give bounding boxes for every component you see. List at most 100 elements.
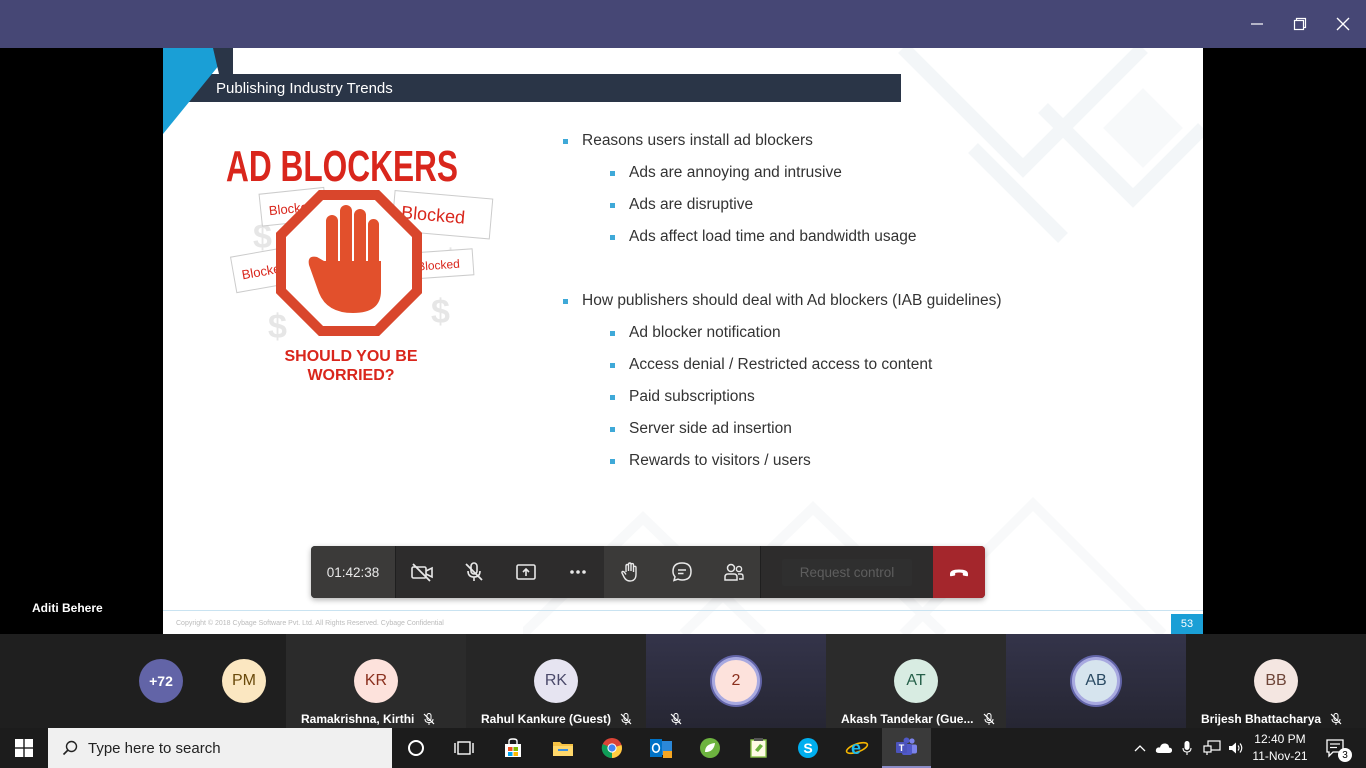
sub-bullet-text: Ads affect load time and bandwidth usage — [629, 228, 917, 245]
more-options-button[interactable] — [552, 546, 604, 598]
stamp-word: Blocked — [417, 257, 461, 274]
sub-bullet-item: Rewards to visitors / users — [610, 452, 811, 470]
raise-hand-button[interactable] — [604, 546, 656, 598]
task-view-icon[interactable] — [440, 728, 488, 768]
control-group — [604, 546, 760, 598]
participant-tile[interactable]: KR Ramakrishna, Kirthi — [286, 634, 466, 728]
bullet-item: Reasons users install ad blockers — [563, 132, 813, 150]
teams-meeting-window: Publishing Industry Trends AD BLOCKERS $… — [0, 0, 1366, 768]
chat-button[interactable] — [656, 546, 708, 598]
hang-up-button[interactable] — [933, 546, 985, 598]
participant-name: Rahul Kankure (Guest) — [481, 712, 633, 726]
shared-content-stage: Publishing Industry Trends AD BLOCKERS $… — [0, 48, 1366, 634]
ad-blockers-graphic: AD BLOCKERS $ $ $ $ Blocked — [226, 142, 494, 384]
more-icon — [570, 570, 586, 574]
minimize-icon[interactable] — [1234, 0, 1280, 48]
onedrive-cloud-icon[interactable] — [1152, 728, 1176, 768]
participants-button[interactable] — [708, 546, 760, 598]
avatar: 2 — [712, 657, 760, 705]
outlook-icon[interactable] — [637, 728, 685, 768]
call-control-bar: 01:42:38 Request control — [311, 546, 985, 598]
bullet-square-icon — [563, 298, 568, 304]
sub-bullet-item: Ads affect load time and bandwidth usage — [610, 228, 917, 246]
mic-muted-icon — [620, 713, 632, 725]
close-icon[interactable] — [1320, 0, 1366, 48]
sub-bullet-item: Ad blocker notification — [610, 324, 781, 342]
graphic-caption-line1: SHOULD YOU BE — [284, 348, 417, 365]
participant-tile[interactable]: AT Akash Tandekar (Gue... — [826, 634, 1006, 728]
sub-bullet-text: Ads are annoying and intrusive — [629, 164, 842, 181]
bullet-text: How publishers should deal with Ad block… — [582, 292, 1002, 309]
volume-icon[interactable] — [1226, 728, 1246, 768]
bullet-square-icon — [610, 234, 615, 240]
mic-muted-icon — [670, 713, 682, 725]
avatar: KR — [354, 659, 398, 703]
sub-bullet-item: Ads are annoying and intrusive — [610, 164, 842, 182]
spring-tool-icon[interactable] — [686, 728, 734, 768]
taskbar-search-box[interactable]: Type here to search — [48, 728, 392, 768]
mic-off-icon — [465, 562, 483, 581]
file-explorer-icon[interactable] — [539, 728, 587, 768]
request-control-button[interactable]: Request control — [761, 546, 933, 598]
sub-bullet-text: Rewards to visitors / users — [629, 452, 811, 469]
microphone-in-use-icon[interactable] — [1178, 728, 1196, 768]
bullet-square-icon — [563, 138, 568, 144]
action-center-button[interactable]: 3 — [1316, 728, 1356, 768]
teams-icon[interactable]: T — [882, 728, 931, 768]
bullet-square-icon — [610, 330, 615, 336]
clock-date: 11-Nov-21 — [1252, 749, 1308, 763]
participant-overflow-tile: +72 PM — [0, 634, 286, 728]
participant-tile[interactable]: 2 — [646, 634, 826, 728]
share-screen-icon — [516, 564, 536, 580]
camera-off-button[interactable] — [396, 546, 448, 598]
presenter-name: Aditi Behere — [32, 601, 103, 615]
skype-icon[interactable]: S — [784, 728, 832, 768]
bullet-text: Reasons users install ad blockers — [582, 132, 813, 149]
bullet-item: How publishers should deal with Ad block… — [563, 292, 1002, 310]
start-button[interactable] — [0, 728, 48, 768]
hang-up-icon — [950, 569, 968, 577]
participants-strip: +72 PM KR Ramakrishna, Kirthi RK Rahul K… — [0, 634, 1366, 728]
store-icon[interactable] — [489, 728, 537, 768]
bullet-square-icon — [610, 394, 615, 400]
notepad-plus-icon[interactable] — [735, 728, 783, 768]
mic-muted-icon — [1330, 713, 1342, 725]
avatar[interactable]: PM — [222, 659, 266, 703]
bullet-square-icon — [610, 362, 615, 368]
participant-tile[interactable]: BB Brijesh Bhattacharya — [1186, 634, 1366, 728]
svg-text:e: e — [851, 738, 861, 758]
mic-off-button[interactable] — [448, 546, 500, 598]
clock[interactable]: 12:40 PM 11-Nov-21 — [1248, 728, 1312, 768]
sub-bullet-item: Server side ad insertion — [610, 420, 792, 438]
cortana-icon[interactable] — [392, 728, 440, 768]
sub-bullet-text: Ad blocker notification — [629, 324, 781, 341]
request-control-label: Request control — [781, 558, 913, 586]
overflow-count-badge[interactable]: +72 — [139, 659, 183, 703]
participant-name: Brijesh Bhattacharya — [1201, 712, 1343, 726]
participant-name: Ramakrishna, Kirthi — [301, 712, 436, 726]
share-screen-button[interactable] — [500, 546, 552, 598]
slide-copyright: Copyright © 2018 Cybage Software Pvt. Lt… — [176, 620, 444, 627]
show-hidden-icons-chevron-icon[interactable] — [1130, 728, 1150, 768]
call-timer: 01:42:38 — [311, 546, 396, 598]
network-icon[interactable] — [1200, 728, 1224, 768]
participant-tile[interactable]: RK Rahul Kankure (Guest) — [466, 634, 646, 728]
participants-icon — [724, 563, 744, 581]
restore-icon[interactable] — [1277, 0, 1323, 48]
windows-logo-icon — [15, 739, 33, 757]
avatar: BB — [1254, 659, 1298, 703]
internet-explorer-icon[interactable]: e — [833, 728, 881, 768]
chrome-icon[interactable] — [588, 728, 636, 768]
sub-bullet-item: Paid subscriptions — [610, 388, 755, 406]
slide-footer-line — [163, 610, 1203, 611]
avatar: AB — [1072, 657, 1120, 705]
mic-muted-icon — [423, 713, 435, 725]
svg-text:S: S — [803, 740, 812, 756]
sub-bullet-text: Server side ad insertion — [629, 420, 792, 437]
participant-tile[interactable]: AB — [1006, 634, 1186, 728]
avatar: RK — [534, 659, 578, 703]
svg-text:$: $ — [431, 293, 450, 331]
graphic-caption-line2: WORRIED? — [307, 367, 394, 384]
sub-bullet-text: Paid subscriptions — [629, 388, 755, 405]
raise-hand-icon — [621, 562, 637, 582]
